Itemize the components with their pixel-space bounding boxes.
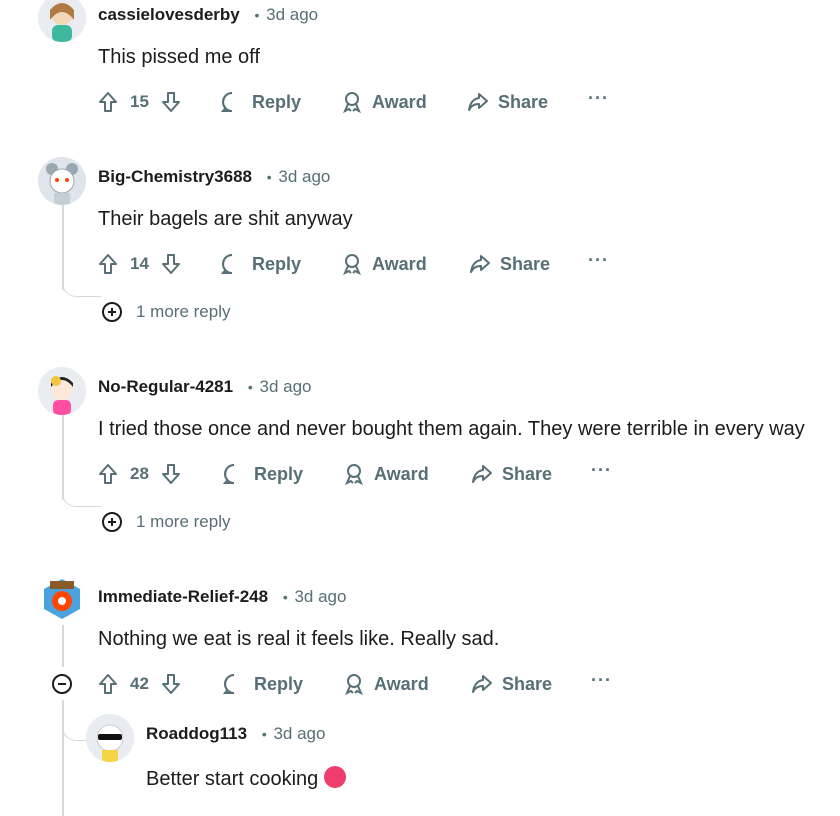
- share-button[interactable]: Share: [468, 248, 550, 280]
- more-replies-link[interactable]: 1 more reply: [102, 512, 230, 532]
- share-label: Share: [502, 673, 553, 694]
- speech-bubble-icon: [222, 464, 235, 484]
- award-button[interactable]: Award: [340, 86, 427, 118]
- comment-actions: 14 Reply Award Share ···: [96, 248, 616, 280]
- award-label: Award: [374, 463, 429, 484]
- separator-dot: •: [247, 379, 253, 395]
- avatar[interactable]: [38, 575, 86, 623]
- reply-button[interactable]: Reply: [220, 86, 301, 118]
- username[interactable]: Big-Chemistry3688: [98, 167, 252, 186]
- comment-text: This pissed me off: [98, 46, 260, 68]
- reply-label: Reply: [252, 253, 302, 274]
- share-label: Share: [502, 463, 553, 484]
- separator-dot: •: [266, 169, 272, 185]
- vote-score: 15: [130, 92, 149, 111]
- comment: Immediate-Relief-248 • 3d ago Nothing we…: [0, 575, 840, 705]
- downvote-arrow-icon[interactable]: [159, 462, 183, 486]
- comment: cassielovesderby • 3d ago This pissed me…: [0, 0, 840, 130]
- share-arrow-icon: [472, 465, 492, 483]
- tongue-out-emoji: [324, 766, 347, 788]
- vote-score: 14: [130, 254, 149, 273]
- share-label: Share: [498, 91, 549, 112]
- username[interactable]: No-Regular-4281: [98, 377, 233, 396]
- reply-button[interactable]: Reply: [220, 248, 301, 280]
- speech-bubble-icon: [220, 254, 233, 274]
- share-arrow-icon: [472, 675, 492, 693]
- more-options-button[interactable]: ···: [588, 88, 609, 109]
- comment-text-content: Better start cooking: [146, 768, 319, 790]
- expand-plus-icon[interactable]: [102, 512, 122, 532]
- timestamp[interactable]: 3d ago: [273, 724, 325, 743]
- share-button[interactable]: Share: [470, 668, 552, 700]
- timestamp[interactable]: 3d ago: [266, 5, 318, 24]
- share-button[interactable]: Share: [470, 458, 552, 490]
- share-button[interactable]: Share: [466, 86, 548, 118]
- reply-label: Reply: [252, 91, 302, 112]
- more-options-button[interactable]: ···: [588, 250, 609, 271]
- speech-bubble-icon: [222, 674, 235, 694]
- comment-text: Nothing we eat is real it feels like. Re…: [98, 628, 500, 650]
- vote-score: 42: [130, 674, 149, 693]
- comment-text: Better start cooking: [146, 766, 347, 791]
- avatar[interactable]: [38, 367, 86, 415]
- award-label: Award: [374, 673, 429, 694]
- award-label: Award: [372, 91, 427, 112]
- downvote-arrow-icon[interactable]: [159, 672, 183, 696]
- downvote-arrow-icon[interactable]: [159, 252, 183, 276]
- upvote-arrow-icon[interactable]: [96, 672, 120, 696]
- more-options-button[interactable]: ···: [591, 460, 612, 481]
- username[interactable]: Roaddog113: [146, 724, 247, 743]
- share-label: Share: [500, 253, 551, 274]
- award-button[interactable]: Award: [342, 458, 429, 490]
- timestamp[interactable]: 3d ago: [278, 167, 330, 186]
- award-ribbon-icon: [343, 92, 361, 114]
- speech-bubble-icon: [220, 92, 233, 112]
- award-label: Award: [372, 253, 427, 274]
- username[interactable]: cassielovesderby: [98, 5, 240, 24]
- upvote-arrow-icon[interactable]: [96, 252, 120, 276]
- reply-label: Reply: [254, 463, 304, 484]
- comment-actions: 42 Reply Award Share ···: [96, 668, 616, 700]
- avatar[interactable]: [86, 714, 134, 762]
- upvote-arrow-icon[interactable]: [96, 90, 120, 114]
- upvote-arrow-icon[interactable]: [96, 462, 120, 486]
- separator-dot: •: [254, 7, 260, 23]
- reply-comment: Roaddog113 • 3d ago Better start cooking: [0, 712, 840, 816]
- timestamp[interactable]: 3d ago: [259, 377, 311, 396]
- share-arrow-icon: [470, 255, 490, 273]
- separator-dot: •: [282, 589, 288, 605]
- expand-plus-icon[interactable]: [102, 302, 122, 322]
- award-ribbon-icon: [343, 254, 361, 276]
- more-replies-label: 1 more reply: [136, 512, 231, 531]
- comment-actions: 15 Reply Award Share ···: [96, 86, 616, 118]
- comment-actions: 28 Reply Award Share ···: [96, 458, 616, 490]
- separator-dot: •: [261, 726, 267, 742]
- timestamp[interactable]: 3d ago: [294, 587, 346, 606]
- share-arrow-icon: [468, 93, 488, 111]
- more-options-button[interactable]: ···: [591, 670, 612, 691]
- award-button[interactable]: Award: [340, 248, 427, 280]
- reply-button[interactable]: Reply: [222, 458, 303, 490]
- reply-label: Reply: [254, 673, 304, 694]
- vote-score: 28: [130, 464, 149, 483]
- reply-button[interactable]: Reply: [222, 668, 303, 700]
- avatar[interactable]: [38, 157, 86, 205]
- more-replies-label: 1 more reply: [136, 302, 231, 321]
- award-ribbon-icon: [345, 674, 363, 696]
- collapse-minus-icon[interactable]: [52, 674, 72, 694]
- avatar[interactable]: [38, 0, 86, 42]
- downvote-arrow-icon[interactable]: [159, 90, 183, 114]
- award-button[interactable]: Award: [342, 668, 429, 700]
- comment: No-Regular-4281 • 3d ago I tried those o…: [0, 365, 840, 545]
- comment-text: I tried those once and never bought them…: [98, 418, 805, 440]
- comment-text: Their bagels are shit anyway: [98, 208, 353, 230]
- username[interactable]: Immediate-Relief-248: [98, 587, 268, 606]
- comment: Big-Chemistry3688 • 3d ago Their bagels …: [0, 155, 840, 335]
- award-ribbon-icon: [345, 464, 363, 486]
- more-replies-link[interactable]: 1 more reply: [102, 302, 230, 322]
